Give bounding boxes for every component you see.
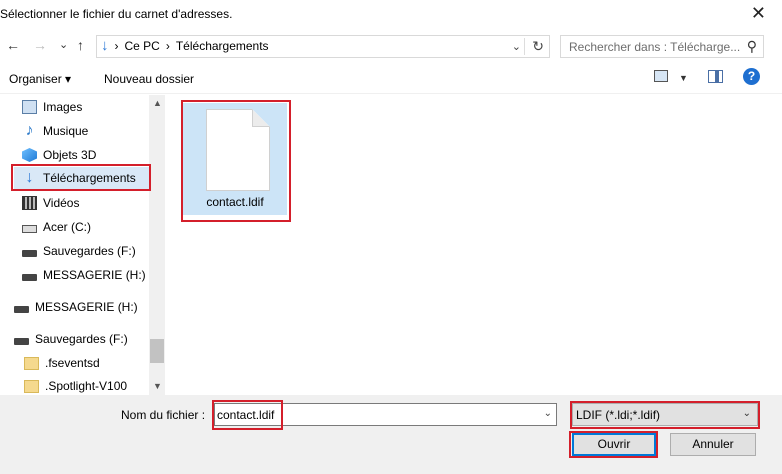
drive-icon [14, 306, 29, 313]
file-item-contact-ldif[interactable]: contact.ldif [183, 103, 287, 215]
breadcrumb-separator: › [165, 39, 170, 53]
sidebar-item-fseventsd[interactable]: .fseventsd [24, 352, 100, 374]
help-icon[interactable]: ? [743, 68, 760, 85]
sidebar-item-sauvegardes-f-root[interactable]: Sauvegardes (F:) [14, 328, 128, 350]
forward-arrow-icon[interactable]: → [33, 36, 47, 54]
address-row: ← → ⌄ ↑ ↓ › Ce PC › Téléchargements ⌄ ↻ … [0, 32, 782, 60]
breadcrumb-ce-pc[interactable]: Ce PC [125, 39, 160, 53]
sidebar-item-label: .fseventsd [45, 356, 100, 370]
drive-icon [22, 274, 37, 281]
command-toolbar: Organiser ▾ Nouveau dossier ▼ ? [0, 64, 782, 94]
sidebar-item-label: Vidéos [43, 196, 80, 210]
sidebar-item-objects-3d[interactable]: Objets 3D [22, 144, 96, 166]
objects-3d-icon [22, 148, 37, 162]
sidebar-item-videos[interactable]: Vidéos [22, 192, 79, 214]
file-list: contact.ldif [166, 95, 782, 395]
sidebar-item-label: MESSAGERIE (H:) [43, 268, 146, 282]
downloads-arrow-icon: ↓ [101, 37, 109, 54]
divider [524, 38, 525, 55]
filename-label: Nom du fichier : [121, 408, 206, 422]
sidebar-item-label: Sauvegardes (F:) [43, 244, 136, 258]
sidebar-item-label: Acer (C:) [43, 220, 91, 234]
chevron-down-icon[interactable]: ⌄ [743, 408, 751, 419]
breadcrumb-downloads[interactable]: Téléchargements [176, 39, 269, 53]
sidebar-item-music[interactable]: ♪ Musique [22, 120, 89, 142]
file-name: contact.ldif [206, 195, 264, 209]
sidebar-item-label: Téléchargements [43, 171, 136, 185]
cancel-button[interactable]: Annuler [670, 433, 756, 456]
sidebar-item-messagerie-h-root[interactable]: MESSAGERIE (H:) [14, 296, 138, 318]
sidebar-item-images[interactable]: Images [22, 96, 82, 118]
file-corner [252, 109, 270, 127]
filename-value[interactable]: contact.ldif [217, 408, 274, 422]
videos-icon [22, 196, 37, 210]
scroll-down-icon[interactable]: ▼ [153, 381, 162, 391]
sidebar-item-messagerie-h[interactable]: MESSAGERIE (H:) [22, 264, 146, 286]
navigation-pane: Images ♪ Musique Objets 3D ↓ Téléchargem… [0, 95, 165, 395]
scroll-up-icon[interactable]: ▲ [153, 98, 162, 108]
preview-pane-icon[interactable] [708, 70, 723, 83]
sidebar-item-downloads[interactable]: ↓ Téléchargements [14, 167, 149, 189]
drive-icon [14, 338, 29, 345]
address-bar[interactable]: ↓ › Ce PC › Téléchargements ⌄ ↻ [96, 35, 550, 58]
sidebar-item-label: MESSAGERIE (H:) [35, 300, 138, 314]
downloads-icon: ↓ [25, 169, 34, 186]
sidebar-item-sauvegardes-f[interactable]: Sauvegardes (F:) [22, 240, 136, 262]
music-icon: ♪ [25, 122, 34, 139]
sidebar-item-label: Sauvegardes (F:) [35, 332, 128, 346]
sidebar-item-label: Images [43, 100, 83, 114]
title-bar: Sélectionner le fichier du carnet d'adre… [0, 0, 782, 30]
sidebar-scrollbar[interactable]: ▲ ▼ [149, 95, 165, 395]
folder-icon [24, 379, 39, 393]
chevron-down-icon[interactable]: ⌄ [544, 408, 552, 419]
filename-field[interactable]: contact.ldif ⌄ [214, 403, 557, 426]
search-input[interactable]: Rechercher dans : Télécharge... ⚲ [560, 35, 764, 58]
images-icon [22, 100, 37, 114]
sidebar-item-label: Musique [43, 124, 89, 138]
up-arrow-icon[interactable]: ↑ [77, 36, 84, 54]
open-button[interactable]: Ouvrir [572, 433, 656, 456]
drive-icon [22, 250, 37, 257]
breadcrumb-separator: › [114, 39, 119, 53]
sidebar-item-spotlight[interactable]: .Spotlight-V100 [24, 375, 127, 397]
search-placeholder: Rechercher dans : Télécharge... [569, 40, 741, 54]
sidebar-item-label: Objets 3D [43, 148, 97, 162]
view-dropdown-icon[interactable]: ▼ [679, 73, 688, 83]
refresh-icon[interactable]: ↻ [532, 38, 544, 55]
scrollbar-thumb[interactable] [150, 339, 164, 363]
folder-icon [24, 356, 39, 370]
sidebar-item-label: .Spotlight-V100 [45, 379, 128, 393]
disk-icon [22, 225, 37, 233]
file-type-select[interactable]: LDIF (*.ldi;*.ldif) ⌄ [572, 403, 758, 426]
back-arrow-icon[interactable]: ← [6, 36, 20, 54]
new-folder-button[interactable]: Nouveau dossier [104, 72, 194, 86]
search-icon[interactable]: ⚲ [747, 38, 757, 55]
recent-locations-icon[interactable]: ⌄ [59, 36, 68, 54]
window-title: Sélectionner le fichier du carnet d'adre… [0, 7, 233, 21]
sidebar-item-acer-c[interactable]: Acer (C:) [22, 216, 91, 238]
chevron-down-icon[interactable]: ⌄ [512, 40, 521, 53]
organize-menu-button[interactable]: Organiser ▾ [9, 72, 71, 86]
file-type-value: LDIF (*.ldi;*.ldif) [576, 408, 661, 422]
view-mode-icon[interactable] [654, 70, 668, 82]
dialog-footer: Nom du fichier : contact.ldif ⌄ LDIF (*.… [0, 395, 782, 474]
close-icon[interactable]: ✕ [751, 4, 766, 22]
